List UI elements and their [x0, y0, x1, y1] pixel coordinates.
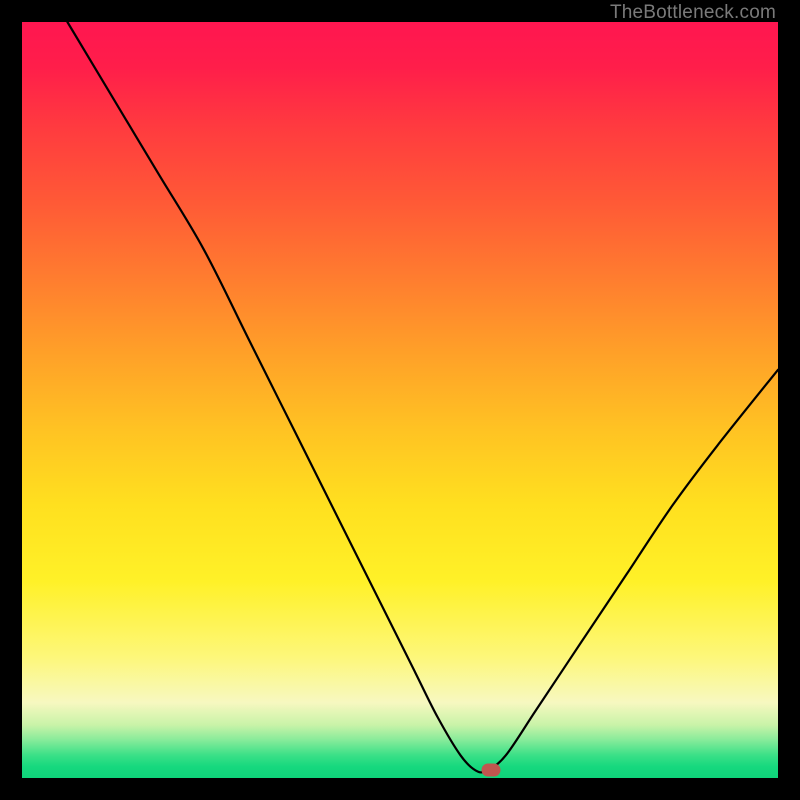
chart-frame: TheBottleneck.com [0, 0, 800, 800]
attribution-text: TheBottleneck.com [610, 2, 776, 24]
optimal-point-marker [481, 764, 500, 777]
bottleneck-curve [22, 22, 778, 778]
plot-area [22, 22, 778, 778]
